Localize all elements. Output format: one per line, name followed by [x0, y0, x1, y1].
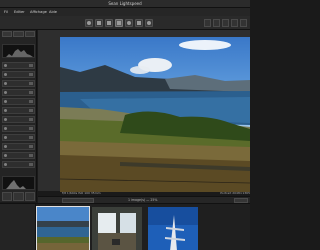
thumbnail-sky[interactable]: [148, 207, 198, 250]
history-row-10[interactable]: [2, 143, 35, 150]
fit-button[interactable]: [213, 19, 220, 27]
toggle[interactable]: [29, 64, 33, 67]
fullscreen-button[interactable]: [240, 19, 247, 27]
history-icon: [4, 136, 7, 139]
tab-navigator[interactable]: [24, 31, 35, 37]
history-icon: [4, 154, 7, 157]
toggle[interactable]: [29, 163, 33, 166]
history-icon: [4, 64, 7, 67]
status-bar: 1 image(s) — 25%: [38, 196, 250, 203]
filmstrip-side-panel: [0, 204, 36, 250]
history-row-6[interactable]: [2, 107, 35, 114]
thumbnail-lake[interactable]: [36, 206, 90, 250]
window-title: Sean Lightspeed: [108, 1, 142, 6]
straighten-tool-button[interactable]: [135, 19, 143, 27]
thumbnail-room[interactable]: [92, 207, 142, 250]
history-icon: [4, 118, 7, 121]
navigator-histogram: [2, 44, 35, 58]
toggle[interactable]: [29, 118, 33, 121]
history-row-7[interactable]: [2, 116, 35, 123]
history-row-3[interactable]: [2, 80, 35, 87]
preview-image[interactable]: [60, 37, 250, 192]
title-bar: Sean Lightspeed: [0, 0, 250, 8]
left-panel-tabs: [2, 31, 35, 37]
reset-button[interactable]: [24, 192, 35, 201]
select-tool-button[interactable]: [115, 19, 123, 27]
toggle[interactable]: [29, 136, 33, 139]
history-row-8[interactable]: [2, 125, 35, 132]
menu-item-0[interactable]: Fil: [4, 10, 8, 14]
status-text: 1 image(s) — 25%: [128, 198, 158, 202]
hand-icon: [97, 21, 101, 25]
tab-history[interactable]: [2, 31, 13, 37]
history-icon: [4, 91, 7, 94]
history-row-12[interactable]: [2, 161, 35, 168]
history-icon: [4, 109, 7, 112]
picker-tool-button[interactable]: [145, 19, 153, 27]
zoom-out-button[interactable]: [231, 19, 238, 27]
history-icon: [4, 127, 7, 130]
history-icon: [4, 82, 7, 85]
spot-icon: [127, 21, 131, 25]
toggle[interactable]: [29, 73, 33, 76]
toggle[interactable]: [29, 145, 33, 148]
before-after-button[interactable]: [204, 19, 211, 27]
filmstrip: [0, 203, 250, 250]
history-icon: [4, 145, 7, 148]
zoom-in-button[interactable]: [222, 19, 229, 27]
straighten-icon: [137, 21, 141, 25]
rotate-icon: [87, 21, 91, 25]
history-icon: [4, 163, 7, 166]
menu-item-2[interactable]: Affichage: [30, 10, 47, 14]
history-row-5[interactable]: [2, 98, 35, 105]
toggle[interactable]: [29, 127, 33, 130]
menu-bar: Fil Editer Affichage Aide: [0, 8, 250, 16]
history-row-9[interactable]: [2, 134, 35, 141]
history-row-2[interactable]: [2, 71, 35, 78]
left-panel: [0, 30, 37, 202]
crop-tool-button[interactable]: [105, 19, 113, 27]
history-row-4[interactable]: [2, 89, 35, 96]
pointer-icon: [117, 21, 121, 25]
hand-tool-button[interactable]: [95, 19, 103, 27]
image-preview[interactable]: f/8 1/640s ISO 100 35mm Portrait 2048×13…: [38, 30, 250, 195]
history-icon: [4, 100, 7, 103]
tab-snapshots[interactable]: [13, 31, 24, 37]
toggle[interactable]: [29, 109, 33, 112]
paste-button[interactable]: [13, 192, 24, 201]
toggle[interactable]: [29, 91, 33, 94]
toggle[interactable]: [29, 100, 33, 103]
spot-tool-button[interactable]: [125, 19, 133, 27]
history-row-1[interactable]: [2, 62, 35, 69]
copy-button[interactable]: [2, 192, 13, 201]
rotate-tool-button[interactable]: [85, 19, 93, 27]
toggle[interactable]: [29, 154, 33, 157]
toggle[interactable]: [29, 82, 33, 85]
rgb-histogram: [2, 176, 35, 190]
menu-item-1[interactable]: Editer: [14, 10, 25, 14]
history-icon: [4, 73, 7, 76]
menu-item-3[interactable]: Aide: [49, 10, 57, 14]
crop-icon: [107, 21, 111, 25]
left-panel-actions: [2, 192, 35, 201]
history-row-11[interactable]: [2, 152, 35, 159]
color-picker-icon: [147, 21, 151, 25]
toolbar: [0, 16, 250, 30]
